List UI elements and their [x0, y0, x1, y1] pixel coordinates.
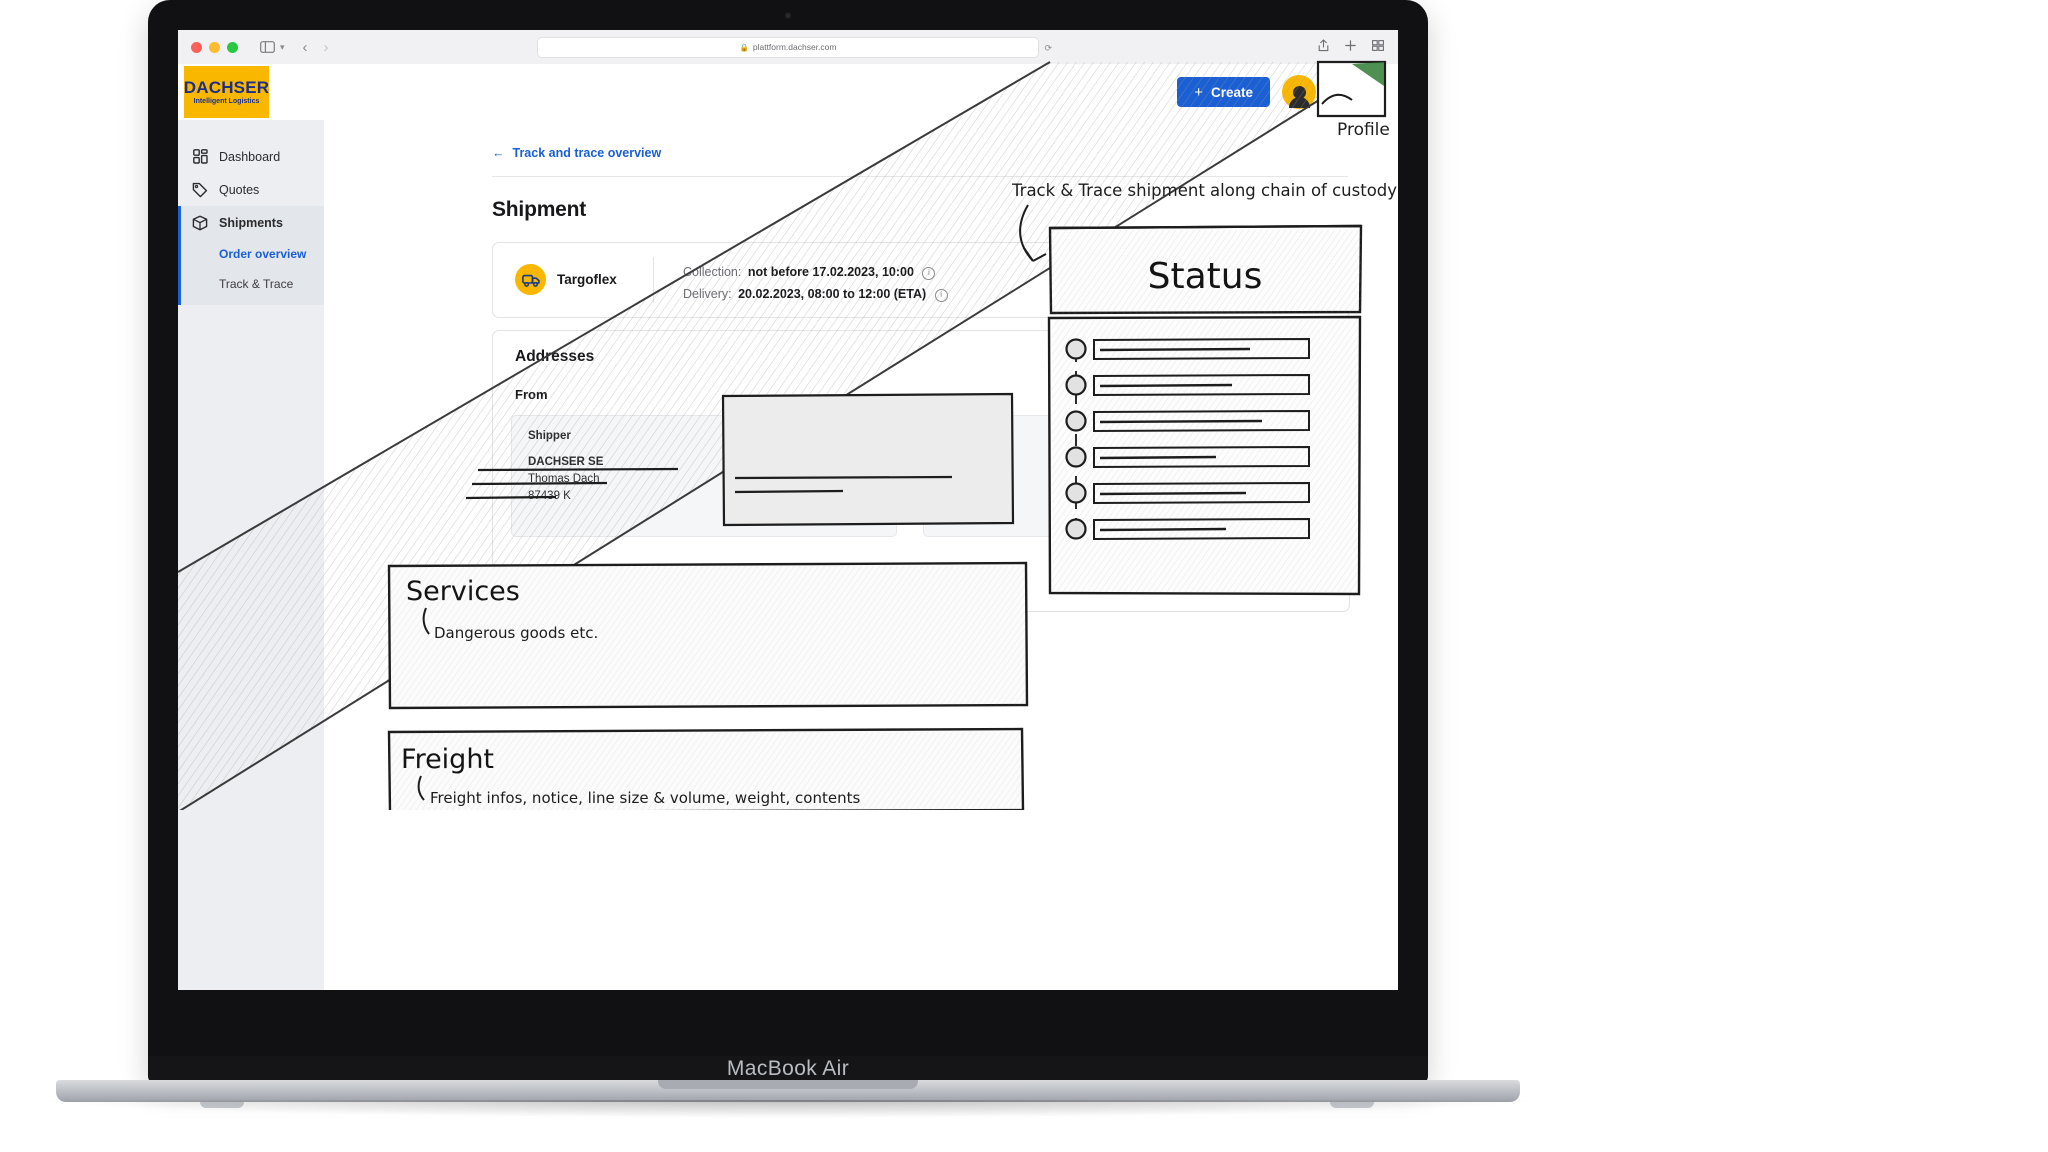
back-arrow-icon[interactable]: ‹: [303, 39, 308, 56]
box-icon: [192, 215, 208, 231]
sidebar-toggle-icon[interactable]: [260, 41, 275, 53]
logo-wordmark: DACHSER: [183, 78, 270, 97]
laptop-base: [56, 1080, 1520, 1102]
app-header: DACHSER Intelligent Logistics + Create ?: [178, 64, 1398, 121]
logo-tagline: Intelligent Logistics: [193, 98, 260, 105]
delivery-row: Delivery: 20.02.2023, 08:00 to 12:00 (ET…: [683, 283, 948, 305]
info-icon[interactable]: i: [922, 267, 936, 280]
minimize-window-icon[interactable]: [209, 41, 220, 53]
forward-arrow-icon[interactable]: ›: [324, 39, 329, 56]
shipment-summary-card: Targoflex Collection: not before 17.02.2…: [492, 242, 1350, 318]
plus-icon: +: [1194, 83, 1203, 101]
create-button-label: Create: [1210, 84, 1253, 100]
lock-icon: 🔒: [739, 42, 749, 52]
shipper-address-box[interactable]: Shipper DACHSER SE Thomas Dach 87439 K: [511, 415, 897, 537]
info-icon[interactable]: i: [934, 289, 948, 302]
collection-value: not before 17.02.2023, 10:00: [747, 265, 914, 279]
back-arrow-icon: ←: [492, 146, 505, 160]
browser-toolbar-right: [1318, 30, 1384, 64]
back-link-label: Track and trace overview: [512, 146, 662, 160]
addresses-title: Addresses: [515, 348, 595, 365]
url-text: plattform.dachser.com: [752, 42, 837, 52]
grid-icon: [192, 149, 208, 165]
address-bar[interactable]: 🔒 plattform.dachser.com ⟳: [537, 36, 1052, 58]
sidebar-subitem-label: Order overview: [219, 247, 307, 261]
carrier-name: Targoflex: [557, 272, 617, 287]
browser-toolbar: ▾ ‹ › 🔒 plattform.dachser.com ⟳: [178, 30, 1398, 65]
delivery-label: Delivery:: [683, 287, 732, 301]
addresses-from-label: From: [515, 387, 548, 402]
webcam-icon: [784, 12, 792, 19]
shipper-heading: Shipper: [528, 430, 571, 442]
truck-icon: [515, 264, 546, 295]
sidebar-item-track-and-trace[interactable]: Track & Trace: [178, 269, 324, 299]
page-title: Shipment: [492, 198, 587, 221]
sidebar-subitem-label: Track & Trace: [219, 277, 294, 291]
share-icon[interactable]: [1318, 39, 1329, 55]
collection-row: Collection: not before 17.02.2023, 10:00…: [683, 261, 948, 283]
carrier-block: Targoflex: [515, 264, 617, 295]
create-button[interactable]: + Create: [1177, 77, 1270, 107]
sidebar-item-dashboard[interactable]: Dashboard: [178, 140, 324, 173]
dachser-logo[interactable]: DACHSER Intelligent Logistics: [184, 66, 269, 118]
reload-icon[interactable]: ⟳: [1044, 43, 1052, 54]
macbook-mockup: ▾ ‹ › 🔒 plattform.dachser.com ⟳ DACHSER …: [30, 0, 1546, 1118]
window-traffic-lights[interactable]: [191, 41, 238, 53]
sidebar-item-label: Dashboard: [219, 149, 281, 164]
shipper-company: DACHSER SE: [528, 456, 604, 468]
shipper-postal: 87439 K: [528, 490, 571, 502]
web-app: DACHSER Intelligent Logistics + Create ?: [178, 64, 1398, 990]
sidebar-item-order-overview[interactable]: Order overview: [178, 239, 324, 269]
card-divider: [653, 257, 654, 303]
sidebar-item-shipments[interactable]: Shipments: [178, 206, 324, 239]
chevron-down-icon[interactable]: ▾: [280, 42, 285, 53]
maximize-window-icon[interactable]: [227, 41, 238, 53]
close-window-icon[interactable]: [191, 41, 202, 53]
tab-overview-icon[interactable]: [1372, 40, 1384, 54]
shipper-contact: Thomas Dach: [528, 473, 600, 485]
browser-nav-arrows[interactable]: ‹ ›: [303, 39, 329, 56]
sidebar-subnav: Order overview Track & Trace: [178, 239, 324, 305]
laptop-screen: ▾ ‹ › 🔒 plattform.dachser.com ⟳ DACHSER …: [178, 30, 1398, 990]
new-tab-icon[interactable]: [1345, 40, 1356, 54]
laptop-shadow: [30, 1100, 1546, 1118]
consignee-address-box[interactable]: [923, 415, 1309, 537]
avatar[interactable]: [1282, 75, 1316, 109]
sidebar: Dashboard Quotes Shipments Order overvie…: [178, 120, 325, 990]
device-model-label: MacBook Air: [726, 1057, 850, 1080]
shipment-meta: Collection: not before 17.02.2023, 10:00…: [683, 261, 948, 305]
back-to-overview-link[interactable]: ← Track and trace overview: [492, 146, 661, 160]
sidebar-item-label: Quotes: [219, 182, 260, 197]
main-content: ← Track and trace overview Shipment Targ…: [324, 120, 1398, 990]
addresses-card: Addresses From Shipper DACHSER SE Thomas…: [492, 330, 1350, 612]
sidebar-item-quotes[interactable]: Quotes: [178, 173, 324, 206]
delivery-value: 20.02.2023, 08:00 to 12:00 (ETA): [738, 287, 927, 301]
sidebar-item-label: Shipments: [219, 215, 283, 230]
screenshot-root: ▾ ‹ › 🔒 plattform.dachser.com ⟳ DACHSER …: [0, 0, 2048, 1152]
collection-label: Collection:: [683, 265, 742, 279]
tag-icon: [192, 182, 208, 198]
user-icon: [1288, 85, 1310, 108]
help-icon[interactable]: ?: [1334, 81, 1358, 105]
header-divider: [492, 176, 1348, 177]
